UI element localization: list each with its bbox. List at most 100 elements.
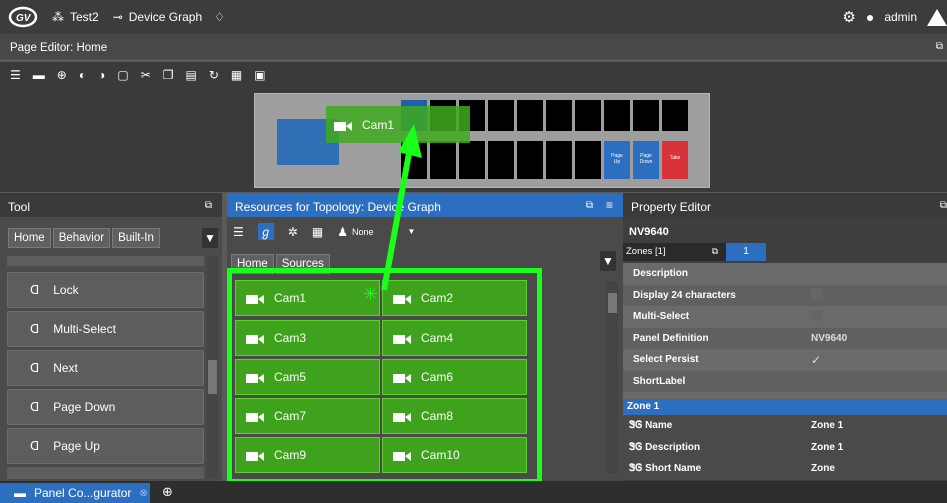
page-up-key[interactable]: Page Up — [604, 141, 630, 179]
cam-button[interactable]: Cam8 — [382, 398, 527, 434]
app-logo-icon[interactable]: GV — [8, 6, 38, 28]
tool-scrollbar[interactable] — [207, 256, 218, 478]
property-row[interactable]: Description — [623, 263, 947, 285]
cam-button[interactable]: Cam9 — [235, 437, 380, 473]
resources-scrollbar[interactable] — [607, 281, 618, 473]
list-view-icon[interactable]: ☰ — [233, 225, 244, 239]
cam-button[interactable]: Cam10 — [382, 437, 527, 473]
add-icon[interactable]: ⊕ — [57, 68, 67, 82]
scrollbar-thumb[interactable] — [608, 293, 617, 313]
tool-item-lock[interactable]: ᗡ Lock — [7, 272, 204, 308]
panel-key[interactable] — [517, 100, 543, 131]
page-down-key[interactable]: Page Down — [633, 141, 659, 179]
paste-icon[interactable]: ▤ — [186, 68, 197, 82]
panel-key[interactable] — [575, 100, 601, 131]
breadcrumb-behavior[interactable]: Behavior — [52, 228, 111, 248]
breadcrumb-home[interactable]: Home — [8, 228, 51, 248]
property-value[interactable]: Zone 1 — [801, 420, 843, 431]
property-row[interactable]: ShortLabel — [623, 370, 947, 392]
property-row[interactable]: ᏕᎶ Description Zone 1 — [623, 437, 947, 459]
undock-icon[interactable]: ⧉ — [586, 200, 593, 211]
panel-key[interactable] — [459, 141, 485, 179]
user-name[interactable]: admin — [884, 10, 917, 24]
take-key[interactable]: Take — [662, 141, 688, 179]
copy-icon[interactable]: ❐ — [163, 68, 174, 82]
property-row[interactable]: Multi-Select — [623, 306, 947, 328]
tool-item-page-up[interactable]: ᗡ Page Up — [7, 428, 204, 464]
svg-text:GV: GV — [16, 13, 32, 24]
cycle-right-icon[interactable]: ◑ — [98, 68, 105, 82]
refresh-icon[interactable]: ↻ — [209, 68, 219, 82]
undock-icon[interactable]: ⧉ — [936, 41, 943, 52]
cam-button[interactable]: Cam7 — [235, 398, 380, 434]
device-panel[interactable]: Page Up Page Down Take — [254, 93, 710, 188]
checkbox-checked[interactable]: ✓ — [801, 353, 821, 367]
property-row[interactable]: ᏕᎶ Name Zone 1 — [623, 415, 947, 437]
menu-icon[interactable]: ≡ — [606, 198, 613, 212]
panel-key[interactable] — [546, 100, 572, 131]
gear-icon[interactable]: ✲ — [288, 225, 298, 239]
graph-name[interactable]: Device Graph — [129, 10, 202, 24]
panel-key[interactable] — [488, 141, 514, 179]
property-value[interactable]: Zone — [801, 463, 835, 474]
panel-key[interactable] — [488, 100, 514, 131]
add-tab-icon[interactable]: ⊕ — [162, 484, 173, 500]
undock-icon[interactable]: ⧉ — [940, 200, 947, 211]
graph-view-icon[interactable]: ℊ — [257, 223, 274, 240]
lightbulb-icon[interactable]: ♢ — [214, 10, 225, 24]
cut-icon[interactable]: ✂ — [141, 68, 151, 82]
project-name[interactable]: Test2 — [70, 10, 99, 24]
property-key: Description — [633, 268, 689, 280]
cam-button[interactable]: Cam3 — [235, 320, 380, 356]
cam-button[interactable]: Cam6 — [382, 359, 527, 395]
tool-item-page-down[interactable]: ᗡ Page Down — [7, 389, 204, 425]
cam-label: Cam3 — [274, 331, 307, 345]
checkbox[interactable] — [811, 288, 822, 300]
property-row[interactable]: Select Persist ✓ — [623, 349, 947, 371]
property-row[interactable]: Display 24 characters — [623, 284, 947, 306]
grid-icon[interactable]: ▦ — [231, 68, 242, 82]
zone-tab[interactable]: 1 — [726, 243, 766, 261]
page-editor-title: Page Editor: Home — [10, 42, 108, 54]
camera-icon — [334, 120, 352, 131]
zone-section-header[interactable]: Zone 1 — [623, 399, 947, 415]
panel-key[interactable] — [430, 141, 456, 179]
panel-key[interactable] — [604, 100, 630, 131]
cam-button[interactable]: Cam5 — [235, 359, 380, 395]
cam-button[interactable]: Cam4 — [382, 320, 527, 356]
camera-icon — [246, 450, 264, 461]
panel-key[interactable] — [546, 141, 572, 179]
property-key: Panel Definition — [633, 332, 709, 344]
undock-icon[interactable]: ⧉ — [205, 200, 212, 211]
alert-icon[interactable] — [927, 8, 947, 26]
panel-key[interactable] — [517, 141, 543, 179]
tool-item-next[interactable]: ᗡ Next — [7, 350, 204, 386]
users-icon[interactable]: ♟ — [337, 225, 348, 239]
list-icon[interactable]: ☰ — [10, 68, 21, 82]
tab-panel-configurator[interactable]: ▬ Panel Co...gurator ⊗ — [0, 483, 150, 503]
property-value[interactable]: Zone 1 — [801, 442, 843, 453]
zones-label[interactable]: Zones [1] ⧉ — [623, 243, 726, 261]
panel-key[interactable] — [575, 141, 601, 179]
property-row[interactable]: ᏕᎶ Short Name Zone — [623, 458, 947, 480]
undock-icon[interactable]: ⧉ — [712, 246, 718, 257]
cycle-left-icon[interactable]: ◐ — [79, 68, 86, 82]
property-row[interactable]: Panel Definition NV9640 — [623, 327, 947, 349]
panel-key[interactable] — [662, 100, 688, 131]
property-value[interactable]: NV9640 — [801, 333, 847, 344]
delete-icon[interactable]: ▢ — [117, 68, 128, 82]
cam-button[interactable]: Cam1 — [235, 280, 380, 316]
filter-icon[interactable]: ▼ — [202, 228, 218, 248]
grid-icon[interactable]: ▦ — [312, 225, 323, 239]
close-icon[interactable]: ⊗ — [139, 488, 147, 499]
keyboard-icon[interactable]: ▬ — [33, 68, 45, 82]
scrollbar-thumb[interactable] — [208, 360, 217, 394]
filter-icon[interactable]: ▼ — [600, 251, 616, 271]
checkbox[interactable] — [811, 309, 822, 321]
cam-label: Cam6 — [421, 370, 454, 384]
panel-key[interactable] — [633, 100, 659, 131]
breadcrumb-built-in[interactable]: Built-In — [112, 228, 160, 248]
tool-item-multi-select[interactable]: ᗡ Multi-Select — [7, 311, 204, 347]
clear-icon[interactable]: ▣ — [254, 68, 265, 82]
gear-icon[interactable]: ⚙ — [842, 8, 855, 26]
